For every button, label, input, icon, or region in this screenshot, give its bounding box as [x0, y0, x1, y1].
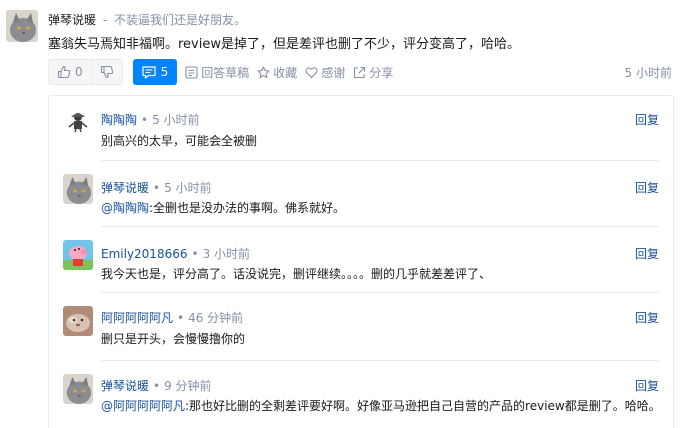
heart-icon — [305, 66, 318, 79]
comment-avatar[interactable] — [63, 306, 93, 336]
comment-reply-button[interactable]: 回复 — [635, 111, 659, 128]
upvote-count: 0 — [75, 65, 83, 79]
comment-author[interactable]: 弹琴说暖 — [101, 379, 149, 393]
comment-time: 5 小时前 — [152, 113, 200, 127]
comment-author[interactable]: 阿阿阿阿阿凡 — [101, 311, 173, 325]
post-action-bar: 0 5 回答草稿 收藏 感谢 分享 5 小时前 — [48, 59, 678, 85]
post-header-separator: - — [102, 13, 108, 27]
comment-divider — [101, 292, 659, 293]
comment-text: @陶陶陶:全删也是没办法的事啊。佛系就好。 — [101, 199, 345, 216]
comment-time: 46 分钟前 — [188, 311, 244, 325]
comment-divider — [101, 160, 659, 161]
comment-reply-button[interactable]: 回复 — [635, 245, 659, 262]
comment-body: :那也好比删的全剩差评要好啊。好像亚马逊把自己自营的产品的review都是删了。… — [185, 399, 661, 413]
thumbs-down-icon — [100, 65, 114, 79]
comment-dot: • — [153, 181, 161, 195]
share-button[interactable]: 分享 — [353, 64, 393, 81]
post-author-bio: 不装逼我们还是好朋友。 — [114, 13, 247, 27]
comment-divider — [101, 226, 659, 227]
vote-group: 0 — [48, 59, 123, 85]
comments-panel: 陶陶陶 • 5 小时前 别高兴的太早，可能会全被删 回复 弹琴说暖 • 5 小时前 @陶… — [48, 95, 674, 428]
comment-header: 陶陶陶 • 5 小时前 — [101, 111, 200, 128]
thumbs-up-icon — [57, 65, 71, 79]
comment-dot: • — [141, 113, 149, 127]
post-author-name[interactable]: 弹琴说暖 — [48, 13, 96, 27]
comment-body: 别高兴的太早，可能会全被删 — [101, 134, 258, 148]
comment-avatar[interactable] — [63, 374, 93, 404]
star-icon — [257, 65, 270, 79]
comment-mention[interactable]: @阿阿阿阿阿凡 — [101, 399, 185, 413]
post-timestamp: 5 小时前 — [624, 65, 672, 80]
comment-divider — [101, 360, 659, 361]
comment-mention[interactable]: @陶陶陶 — [101, 201, 149, 215]
comment-reply-button[interactable]: 回复 — [635, 179, 659, 196]
comment-author[interactable]: 弹琴说暖 — [101, 181, 149, 195]
comment-header: 弹琴说暖 • 5 小时前 — [101, 179, 212, 196]
comment-body: :全删也是没办法的事啊。佛系就好。 — [149, 201, 346, 215]
comment-bubble-icon — [142, 65, 156, 79]
comments-toggle-button[interactable]: 5 — [132, 59, 178, 85]
comment-text: 别高兴的太早，可能会全被删 — [101, 132, 257, 149]
comment-reply-button[interactable]: 回复 — [635, 309, 659, 326]
favorite-label: 收藏 — [273, 65, 298, 80]
comment-avatar[interactable] — [63, 108, 93, 138]
comment-text: 删只是开头，会慢慢撸你的 — [101, 330, 245, 347]
comment-reply-button[interactable]: 回复 — [635, 377, 659, 394]
comment-time: 5 小时前 — [164, 181, 212, 195]
comment-text: 我今天也是，评分高了。话没说完，删评继续。。。。删的几乎就差差评了、 — [101, 265, 491, 282]
comment-dot: • — [191, 247, 199, 261]
comment-header: 阿阿阿阿阿凡 • 46 分钟前 — [101, 309, 243, 326]
reply-draft-label: 回答草稿 — [201, 65, 250, 80]
comment-time: 3 小时前 — [202, 247, 251, 261]
comment-body: 我今天也是，评分高了。话没说完，删评继续。。。。删的几乎就差差评了、 — [101, 267, 492, 281]
reply-draft-button[interactable]: 回答草稿 — [185, 64, 249, 81]
thanks-button[interactable]: 感谢 — [305, 64, 345, 81]
post-body-text: 塞翁失马焉知非福啊。review是掉了，但是差评也删了不少，评分变高了，哈哈。 — [48, 37, 520, 52]
share-icon — [353, 66, 366, 79]
comment-author[interactable]: 陶陶陶 — [101, 113, 137, 127]
comment-header: Emily2018666 • 3 小时前 — [101, 245, 250, 262]
comment-author[interactable]: Emily2018666 — [101, 247, 187, 261]
favorite-button[interactable]: 收藏 — [257, 64, 297, 81]
comment-avatar[interactable] — [63, 174, 93, 204]
post-header: 弹琴说暖 - 不装逼我们还是好朋友。 — [48, 11, 246, 28]
post-author-avatar[interactable] — [6, 10, 38, 42]
comment-header: 弹琴说暖 • 9 分钟前 — [101, 377, 212, 394]
comment-body: 删只是开头，会慢慢撸你的 — [101, 332, 246, 346]
thanks-label: 感谢 — [321, 65, 346, 80]
draft-icon — [185, 65, 198, 79]
comment-time: 9 分钟前 — [164, 379, 212, 393]
comment-dot: • — [177, 311, 185, 325]
comment-text: @阿阿阿阿阿凡:那也好比删的全剩差评要好啊。好像亚马逊把自己自营的产品的revi… — [101, 397, 661, 414]
comment-avatar[interactable] — [63, 240, 93, 270]
comment-count: 5 — [160, 65, 169, 79]
upvote-button[interactable]: 0 — [49, 60, 92, 84]
share-label: 分享 — [369, 65, 394, 80]
comment-dot: • — [153, 379, 161, 393]
downvote-button[interactable] — [92, 60, 122, 84]
